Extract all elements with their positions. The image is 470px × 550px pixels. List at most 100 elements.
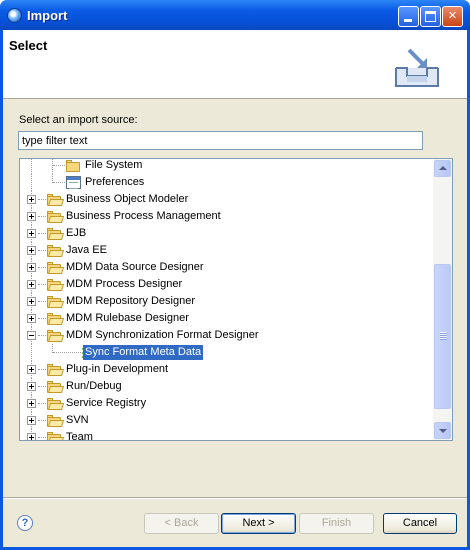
filter-input[interactable] <box>18 131 423 150</box>
wizard-header: Select <box>3 30 467 99</box>
preferences-icon <box>66 176 81 189</box>
collapse-minus-icon[interactable] <box>27 331 36 340</box>
tree-vertical-scrollbar[interactable] <box>433 159 452 440</box>
tree-line <box>53 182 65 183</box>
tree-item-label: MDM Process Designer <box>66 278 183 290</box>
tree-item-label: Business Object Modeler <box>66 193 189 205</box>
tree-item-preferences[interactable]: Preferences <box>20 174 433 191</box>
expand-plus-icon[interactable] <box>27 263 36 272</box>
chevron-down-icon <box>439 429 447 433</box>
tree-item-label: Preferences <box>85 176 145 188</box>
maximize-icon[interactable] <box>420 6 441 27</box>
expand-plus-icon[interactable] <box>27 433 36 440</box>
folder-open-icon <box>47 330 65 342</box>
tree-line <box>31 174 32 191</box>
tree-item-label: MDM Data Source Designer <box>66 261 204 273</box>
tree-line <box>38 216 46 217</box>
tree-item-label: Service Registry <box>66 397 147 409</box>
tree-item-plug-in-development[interactable]: Plug-in Development <box>20 361 433 378</box>
tree-item-label: SVN <box>66 414 89 426</box>
tree-item-mdm-repository-designer[interactable]: MDM Repository Designer <box>20 293 433 310</box>
next-button[interactable]: Next > <box>221 513 296 534</box>
back-button[interactable]: < Back <box>144 513 219 534</box>
expand-plus-icon[interactable] <box>27 399 36 408</box>
folder-icon <box>47 245 65 257</box>
import-source-tree[interactable]: File System Preferences Business Object … <box>19 158 453 441</box>
expand-plus-icon[interactable] <box>27 297 36 306</box>
tree-item-mdm-data-source-designer[interactable]: MDM Data Source Designer <box>20 259 433 276</box>
folder-icon <box>47 262 65 274</box>
tree-item-svn[interactable]: SVN <box>20 412 433 429</box>
tree-rows: File System Preferences Business Object … <box>20 159 433 441</box>
tree-line <box>31 159 32 174</box>
scroll-down-button[interactable] <box>434 422 451 439</box>
finish-button[interactable]: Finish <box>299 513 374 534</box>
folder-icon <box>47 364 65 376</box>
tree-line <box>53 352 81 353</box>
folder-icon <box>47 296 65 308</box>
tree-line <box>38 437 46 438</box>
window-title: Import <box>27 8 68 23</box>
tree-item-label: Java EE <box>66 244 107 256</box>
tree-item-label: MDM Synchronization Format Designer <box>66 329 259 341</box>
tree-line <box>52 159 53 174</box>
close-icon[interactable]: ✕ <box>442 6 463 27</box>
page-title: Select <box>9 38 48 53</box>
dialog-client-area: Select Select an import source: File Sys <box>3 30 467 547</box>
tree-item-mdm-process-designer[interactable]: MDM Process Designer <box>20 276 433 293</box>
scroll-up-button[interactable] <box>434 160 451 177</box>
expand-plus-icon[interactable] <box>27 365 36 374</box>
import-tray-icon <box>395 48 439 87</box>
tree-line <box>38 403 46 404</box>
tree-line <box>38 284 46 285</box>
tree-line <box>38 420 46 421</box>
expand-plus-icon[interactable] <box>27 280 36 289</box>
tree-item-run-debug[interactable]: Run/Debug <box>20 378 433 395</box>
expand-plus-icon[interactable] <box>27 382 36 391</box>
tree-item-label: Sync Format Meta Data <box>83 345 204 360</box>
expand-plus-icon[interactable] <box>27 195 36 204</box>
folder-icon <box>47 398 65 410</box>
minimize-icon[interactable] <box>398 6 419 27</box>
folder-icon <box>47 415 65 427</box>
tree-item-team[interactable]: Team <box>20 429 433 441</box>
scroll-thumb[interactable] <box>434 264 451 409</box>
eclipse-app-icon <box>7 8 22 23</box>
help-icon[interactable]: ? <box>17 515 33 531</box>
tree-item-mdm-rulebase-designer[interactable]: MDM Rulebase Designer <box>20 310 433 327</box>
tree-item-label: Plug-in Development <box>66 363 169 375</box>
tree-item-business-process-management[interactable]: Business Process Management <box>20 208 433 225</box>
expand-plus-icon[interactable] <box>27 246 36 255</box>
tree-line <box>38 335 46 336</box>
expand-plus-icon[interactable] <box>27 416 36 425</box>
tree-line <box>53 165 65 166</box>
tree-item-label: Team <box>66 431 93 441</box>
tree-item-java-ee[interactable]: Java EE <box>20 242 433 259</box>
tree-item-sync-format-meta-data[interactable]: Sync Format Meta Data <box>20 344 433 361</box>
import-source-label: Select an import source: <box>19 114 138 126</box>
import-dialog-window: Import ✕ Select Select an import source: <box>0 0 470 550</box>
tree-item-label: File System <box>85 159 143 171</box>
tree-line <box>38 301 46 302</box>
expand-plus-icon[interactable] <box>27 229 36 238</box>
tree-item-file-system[interactable]: File System <box>20 159 433 174</box>
tree-line <box>38 386 46 387</box>
tree-item-ejb[interactable]: EJB <box>20 225 433 242</box>
tree-item-service-registry[interactable]: Service Registry <box>20 395 433 412</box>
tree-item-label: MDM Repository Designer <box>66 295 195 307</box>
expand-plus-icon[interactable] <box>27 314 36 323</box>
tree-item-label: EJB <box>66 227 87 239</box>
tree-item-label: Run/Debug <box>66 380 122 392</box>
tree-line <box>38 318 46 319</box>
chevron-up-icon <box>439 166 447 170</box>
cancel-button[interactable]: Cancel <box>383 513 457 534</box>
expand-plus-icon[interactable] <box>27 212 36 221</box>
tree-line <box>38 369 46 370</box>
tree-item-label: Business Process Management <box>66 210 221 222</box>
tree-line <box>38 267 46 268</box>
folder-icon <box>47 228 65 240</box>
tree-item-business-object-modeler[interactable]: Business Object Modeler <box>20 191 433 208</box>
folder-icon <box>47 279 65 291</box>
folder-icon <box>47 432 65 440</box>
tree-item-mdm-synchronization-format-designer[interactable]: MDM Synchronization Format Designer <box>20 327 433 344</box>
